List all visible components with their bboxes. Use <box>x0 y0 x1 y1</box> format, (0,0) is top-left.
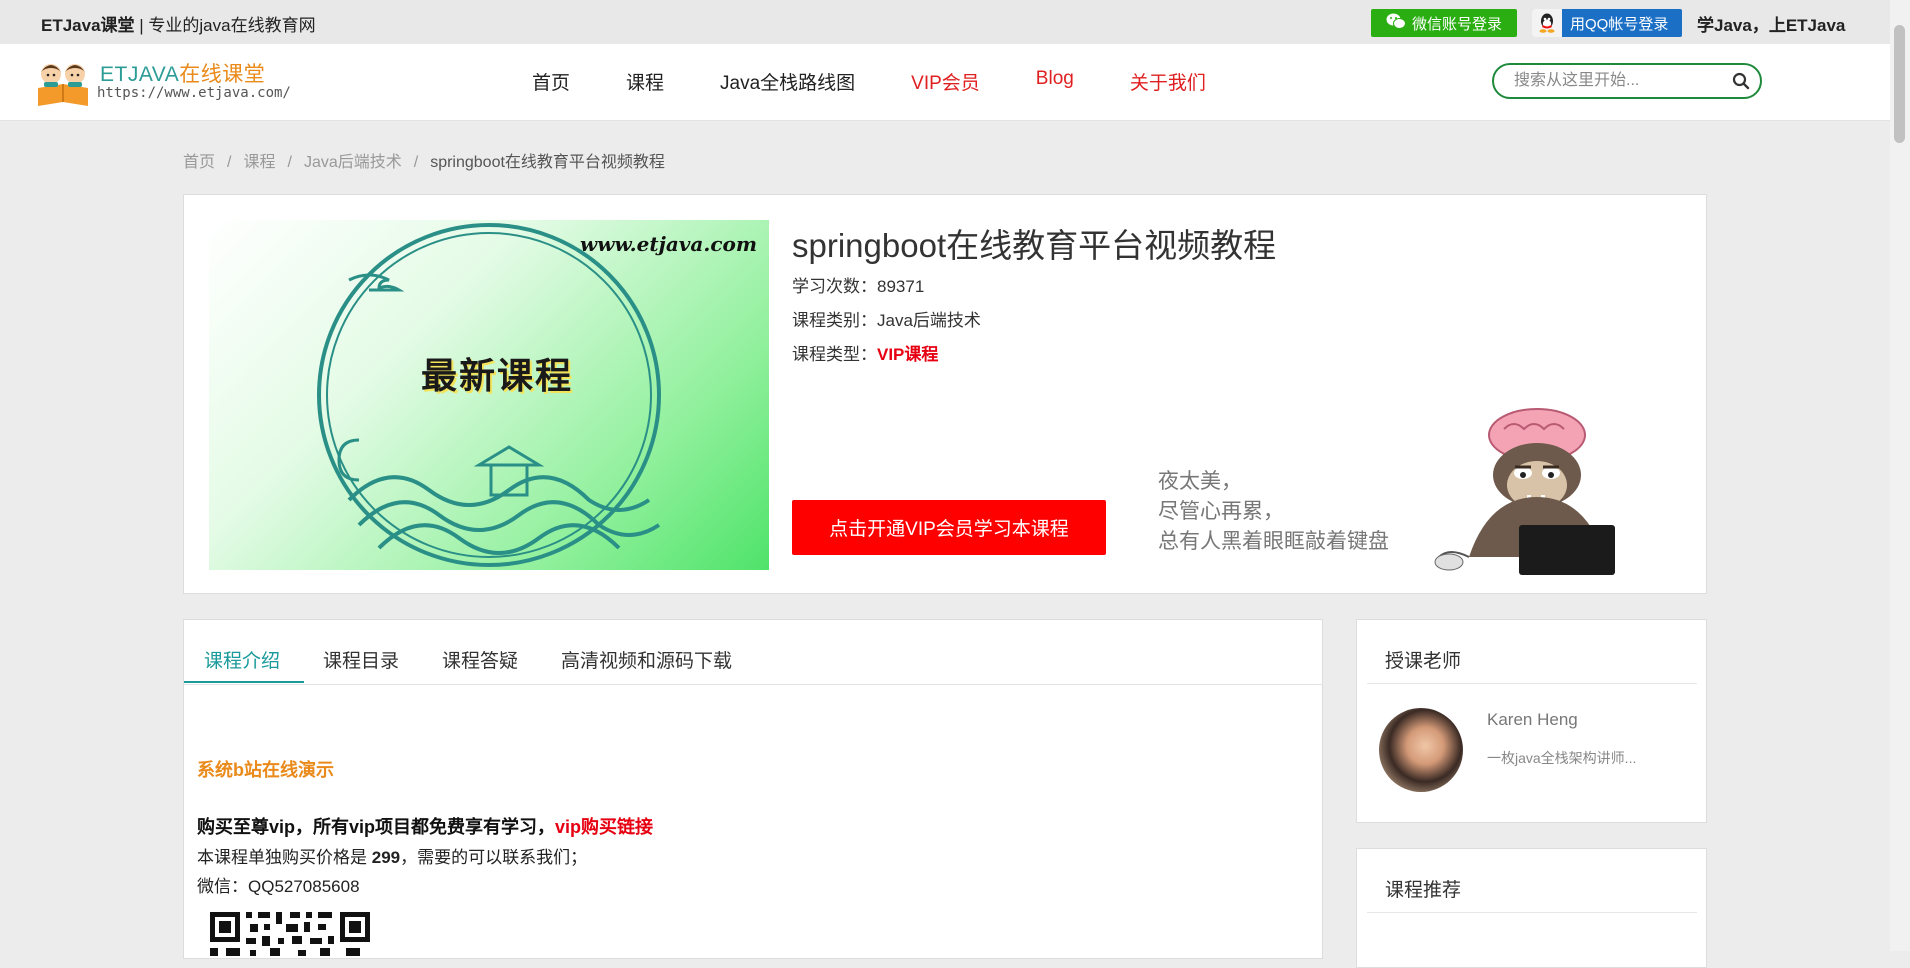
open-vip-button[interactable]: 点击开通VIP会员学习本课程 <box>792 500 1106 555</box>
logo-mascot-icon <box>38 64 88 106</box>
teacher-heading: 授课老师 <box>1385 651 1462 672</box>
page-scrollbar[interactable] <box>1890 0 1910 951</box>
cover-url-text: www.etjava.com <box>580 232 757 256</box>
study-count-label: 学习次数： <box>792 277 877 296</box>
search-icon[interactable] <box>1732 72 1750 95</box>
price-suffix: ，需要的可以联系我们； <box>400 848 588 867</box>
wechat-contact: 微信：QQ527085608 <box>197 877 360 896</box>
type-label: 课程类型： <box>792 345 877 364</box>
vip-buy-link[interactable]: vip购买链接 <box>555 817 653 837</box>
type-value: VIP课程 <box>877 345 939 364</box>
nav-item-blog[interactable]: Blog <box>1036 68 1074 95</box>
wechat-icon <box>1386 13 1406 34</box>
top-bar: ETJava课堂 | 专业的java在线教育网 微信账号登录 用QQ帐号登录 学… <box>0 0 1890 44</box>
divider <box>1367 683 1697 684</box>
course-category: 课程类别：Java后端技术 <box>792 306 981 331</box>
divider <box>1367 912 1697 913</box>
nav-item-courses[interactable]: 课程 <box>626 68 664 95</box>
nav-menu: 首页 课程 Java全栈路线图 VIP会员 Blog 关于我们 <box>532 68 1262 95</box>
course-tabs: 课程介绍 课程目录 课程答疑 高清视频和源码下载 <box>184 620 1322 685</box>
site-brand: ETJava课堂 | 专业的java在线教育网 <box>41 11 316 36</box>
quote-line: 夜太美， <box>1158 470 1242 493</box>
course-cover-image: www.etjava.com 最新课程 <box>209 220 769 570</box>
category-value: Java后端技术 <box>877 311 981 330</box>
breadcrumb-separator: / <box>413 154 419 171</box>
wechat-login-button[interactable]: 微信账号登录 <box>1371 9 1517 37</box>
main-nav: ETJAVA在线课堂 https://www.etjava.com/ 首页 课程… <box>0 44 1890 121</box>
search-box <box>1492 63 1762 99</box>
teacher-description: 一枚java全栈架构讲师... <box>1487 750 1637 766</box>
monkey-coder-icon <box>1434 408 1615 575</box>
course-title: springboot在线教育平台视频教程 <box>792 227 1277 264</box>
vip-promo-text: 购买至尊vip，所有vip项目都免费享有学习，vip购买链接 <box>197 813 653 839</box>
breadcrumb-current: springboot在线教育平台视频教程 <box>430 154 665 171</box>
cover-badge-text: 最新课程 <box>421 355 574 396</box>
qq-login-button[interactable]: 用QQ帐号登录 <box>1532 9 1682 37</box>
wechat-login-label: 微信账号登录 <box>1411 15 1502 33</box>
tab-intro[interactable]: 课程介绍 <box>204 646 280 673</box>
teacher-avatar[interactable] <box>1379 708 1463 792</box>
logo-text: ETJAVA在线课堂 <box>100 58 265 88</box>
qq-icon <box>1532 9 1562 37</box>
qq-login-label: 用QQ帐号登录 <box>1570 15 1669 33</box>
brand-name: ETJava课堂 <box>41 16 135 35</box>
tab-qa[interactable]: 课程答疑 <box>442 646 518 673</box>
recommend-card: 课程推荐 <box>1356 848 1707 968</box>
teacher-name[interactable]: Karen Heng <box>1487 710 1578 730</box>
quote-text: 夜太美， 尽管心再累， 总有人黑着眼眶敲着键盘 <box>1158 467 1389 557</box>
breadcrumb: 首页 / 课程 / Java后端技术 / springboot在线教育平台视频教程 <box>183 148 665 172</box>
price-prefix: 本课程单独购买价格是 <box>197 848 372 867</box>
tab-downloads[interactable]: 高清视频和源码下载 <box>561 646 732 673</box>
breadcrumb-home[interactable]: 首页 <box>183 154 215 171</box>
tab-catalog[interactable]: 课程目录 <box>323 646 399 673</box>
breadcrumb-courses[interactable]: 课程 <box>243 154 275 171</box>
breadcrumb-separator: / <box>227 154 232 171</box>
breadcrumb-separator: / <box>287 154 292 171</box>
quote-line: 总有人黑着眼眶敲着键盘 <box>1158 530 1389 553</box>
nav-item-about[interactable]: 关于我们 <box>1130 68 1206 95</box>
vip-promo-label: 购买至尊vip，所有vip项目都免费享有学习， <box>197 817 556 837</box>
logo-url: https://www.etjava.com/ <box>97 85 291 101</box>
price-text: 本课程单独购买价格是 299，需要的可以联系我们； <box>197 843 587 868</box>
logo-name-cn: 在线课堂 <box>179 63 266 86</box>
brand-tagline: | 专业的java在线教育网 <box>134 16 316 35</box>
demo-link[interactable]: 系统b站在线演示 <box>197 756 334 782</box>
quote-line: 尽管心再累， <box>1158 500 1284 523</box>
active-tab-indicator <box>184 681 304 683</box>
course-header-card: www.etjava.com 最新课程 springboot在线教育平台视频教程… <box>183 194 1707 594</box>
nav-item-vip[interactable]: VIP会员 <box>911 68 980 95</box>
course-study-count: 学习次数：89371 <box>792 272 924 297</box>
site-logo[interactable]: ETJAVA在线课堂 https://www.etjava.com/ <box>34 52 291 112</box>
logo-name-en: ETJAVA <box>100 63 180 86</box>
recommend-heading: 课程推荐 <box>1385 880 1462 901</box>
category-label: 课程类别： <box>792 311 877 330</box>
slogan: 学Java，上ETJava <box>1697 16 1846 35</box>
study-count-value: 89371 <box>877 277 925 296</box>
scrollbar-thumb[interactable] <box>1894 25 1905 143</box>
course-type: 课程类型：VIP课程 <box>792 340 938 365</box>
nav-item-roadmap[interactable]: Java全栈路线图 <box>720 68 855 95</box>
price-value: 299 <box>371 848 401 867</box>
teacher-card: 授课老师 Karen Heng 一枚java全栈架构讲师... <box>1356 619 1707 823</box>
nav-item-home[interactable]: 首页 <box>532 68 570 95</box>
course-content-card: 课程介绍 课程目录 课程答疑 高清视频和源码下载 系统b站在线演示 购买至尊vi… <box>183 619 1323 959</box>
breadcrumb-category[interactable]: Java后端技术 <box>304 154 402 171</box>
search-input[interactable] <box>1512 71 1726 91</box>
